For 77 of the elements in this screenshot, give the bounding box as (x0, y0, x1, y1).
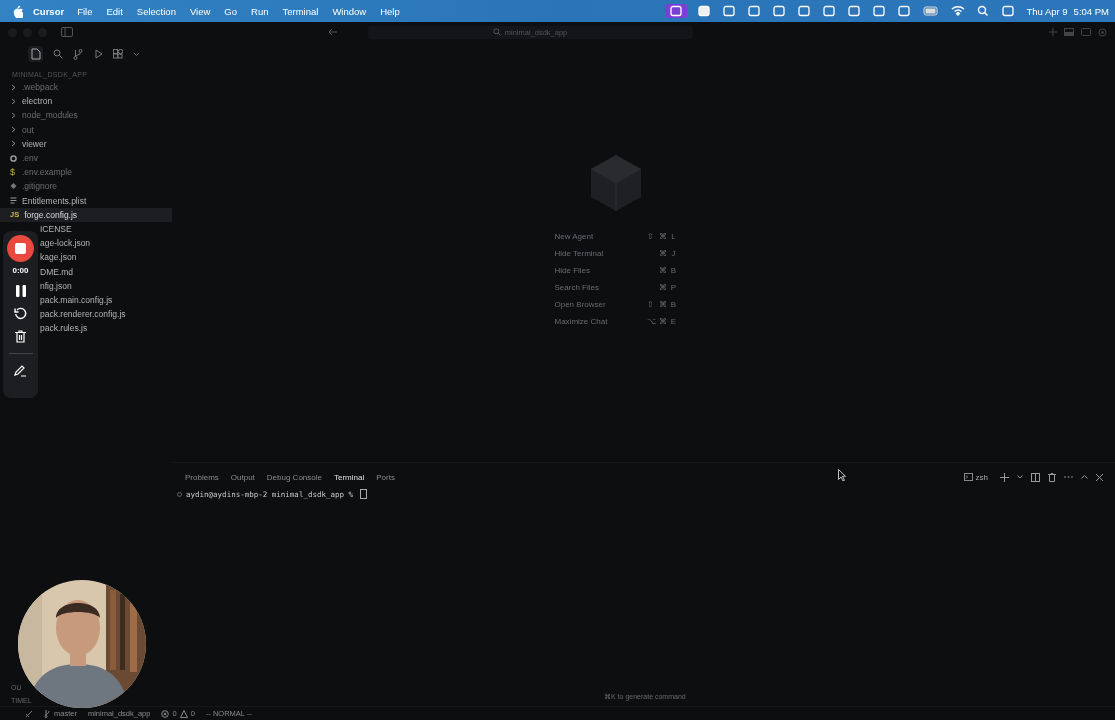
menu-item[interactable]: Help (380, 5, 400, 17)
sidebar-toggle-icon[interactable] (61, 27, 73, 37)
wifi-icon[interactable] (949, 5, 966, 17)
shortcut-item[interactable]: Maximize Chat ⌥ ⌘ E (554, 313, 677, 330)
branch-icon (44, 709, 51, 718)
explorer-file[interactable]: pack.renderer.config.js (38, 307, 172, 322)
search-icon[interactable] (53, 49, 63, 59)
terminal-shell-selector[interactable]: zsh (963, 472, 988, 482)
lines-icon (10, 197, 17, 205)
explorer-folder[interactable]: viewer (0, 136, 172, 151)
explorer-folder[interactable]: node_modules (0, 108, 172, 123)
panel-tab[interactable]: Debug Console (266, 472, 322, 482)
explorer-file[interactable]: nfig.json (38, 278, 172, 293)
shortcut-item[interactable]: Hide Terminal ⌘ J (554, 245, 677, 262)
circle-icon (177, 491, 182, 497)
restart-icon[interactable] (14, 307, 27, 320)
chevron-up-icon[interactable] (1081, 475, 1088, 479)
panel-tab[interactable]: Problems (185, 472, 219, 482)
menu-item[interactable]: Edit (106, 5, 123, 17)
apple-icon[interactable] (12, 4, 23, 18)
explorer-file[interactable]: $ .env.example (0, 165, 172, 180)
chevron-down-icon[interactable] (133, 51, 140, 57)
explorer-folder[interactable]: out (0, 122, 172, 137)
panel-tab[interactable]: Terminal (333, 472, 365, 482)
menu-item[interactable]: Window (332, 5, 367, 17)
files-icon[interactable] (28, 46, 43, 62)
dollar-icon: $ (10, 167, 17, 178)
chevron-down-icon[interactable] (1017, 475, 1023, 479)
explorer-folder[interactable]: electron (0, 94, 172, 109)
stop-recording-button[interactable] (7, 235, 34, 262)
gear-icon (10, 154, 17, 162)
split-icon[interactable] (1031, 472, 1040, 482)
back-arrow-icon[interactable] (327, 28, 338, 36)
menu-item[interactable]: Run (251, 5, 269, 17)
shortcut-item[interactable]: Open Browser ⇧ ⌘ B (554, 296, 677, 313)
add-icon[interactable] (1000, 472, 1009, 482)
search-icon (492, 28, 501, 36)
remote-icon[interactable] (25, 709, 33, 718)
menu-item[interactable]: File (77, 5, 93, 17)
explorer-file[interactable]: .env (0, 150, 172, 166)
menu-item[interactable]: Selection (136, 5, 176, 17)
mouse-pointer-icon (838, 469, 846, 481)
shortcut-item[interactable]: Hide Files ⌘ B (554, 262, 677, 279)
explorer-file[interactable]: ICENSE (38, 221, 172, 237)
menubar-date[interactable]: Thu Apr 9 (1026, 5, 1068, 17)
panel-tab[interactable]: Ports (376, 472, 395, 482)
explorer-file[interactable]: DME.md (38, 264, 172, 279)
warning-icon (179, 709, 188, 718)
error-icon (161, 709, 170, 718)
run-debug-icon[interactable] (93, 49, 103, 59)
explorer-file[interactable]: .gitignore (0, 179, 172, 194)
shortcut-item[interactable]: Search Files ⌘ P (554, 279, 677, 296)
app-menu[interactable]: Cursor (33, 5, 65, 17)
menu-item[interactable]: View (189, 5, 211, 17)
terminal-icon (963, 473, 973, 481)
explorer-folder[interactable]: .webpack (0, 80, 172, 95)
source-control-icon[interactable] (73, 48, 83, 60)
explorer-file[interactable]: kage.json (38, 250, 172, 265)
screen-icon[interactable] (664, 4, 687, 18)
trash-icon[interactable] (1048, 472, 1056, 482)
explorer-file[interactable]: pack.rules.js (38, 321, 172, 336)
explorer-file[interactable]: Entitlements.plist (0, 193, 172, 208)
recording-timer: 0:00 (12, 266, 29, 275)
terminal-cursor (359, 489, 367, 499)
menu-item[interactable]: Terminal (282, 5, 319, 17)
menu-item[interactable]: Go (224, 5, 238, 17)
extensions-icon[interactable] (113, 49, 123, 59)
explorer-file[interactable]: age-lock.json (38, 236, 172, 251)
battery-icon[interactable] (920, 5, 941, 17)
explorer-file[interactable]: pack.main.config.js (38, 292, 172, 307)
panel-tab[interactable]: Output (230, 472, 255, 482)
pause-icon[interactable] (15, 285, 26, 297)
menubar-time[interactable]: 5:04 PM (1073, 5, 1109, 17)
cube-logo-icon (589, 154, 642, 212)
close-icon[interactable] (1096, 473, 1103, 481)
diamond-icon (10, 183, 17, 190)
shortcut-item[interactable]: New Agent ⇧ ⌘ L (554, 228, 677, 245)
